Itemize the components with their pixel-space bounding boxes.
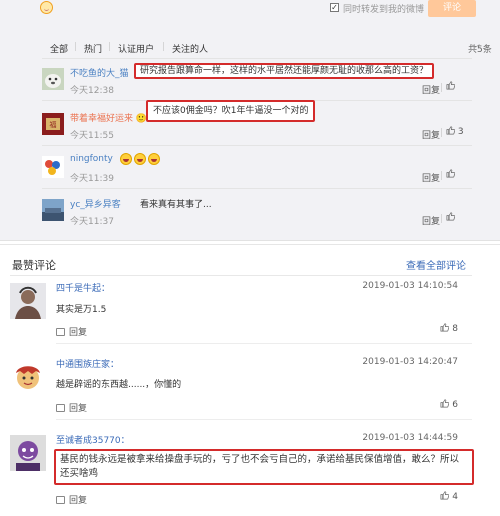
comment-time: 2019-01-03 14:44:59 [362,433,458,443]
comment-text: 越是辟谣的东西越......，你懂的 [56,380,182,390]
like-button[interactable]: 8 [440,323,458,334]
action-separator: | [440,171,444,181]
tab-separator: | [74,42,78,52]
reply-button[interactable]: 回复 [56,325,87,338]
comment-time: 今天11:37 [70,217,114,227]
comment-text: 研究报告跟算命一样，这样的水平居然还能厚颜无耻的收那么高的工资？ [134,63,435,79]
like-button[interactable]: 4 [440,491,458,502]
tab-verified-users[interactable]: 认证用户 [118,42,154,55]
laugh-emoji-icon [148,153,160,165]
reply-icon [56,496,65,504]
laugh-emoji-icon [134,153,146,165]
comment-filter-tabs: 全部 | 热门 | 认证用户 | 关注的人 共5条 ﹀ [48,42,492,58]
comment-author[interactable]: 至诚者成35770： [56,433,130,446]
avatar[interactable] [42,199,64,221]
avatar[interactable] [42,68,64,90]
reply-label: 回复 [69,404,88,414]
thumb-up-icon [446,169,455,178]
comment-text-highlight: 研究报告跟算命一样，这样的水平居然还能厚颜无耻的收那么高的工资？ [134,63,435,79]
comment-text: 不应该0佣金吗？吹1年牛逼没一个对的 [146,100,316,122]
reply-icon [56,404,65,412]
chevron-down-icon: ﹀ [471,45,481,55]
like-count: 3 [457,127,464,137]
avatar[interactable] [10,283,46,319]
repost-checkbox[interactable]: ✓ [330,3,339,12]
comment-time: 2019-01-03 14:20:47 [362,357,458,367]
hot-comments-title: 最赞评论 [12,259,56,272]
composer-toolbar: ✓ 同时转发到我的微博 评论 [38,0,478,20]
comment-text-highlight: 不应该0佣金吗？吹1年牛逼没一个对的 [146,100,316,122]
post-comment-button[interactable]: 评论 [428,0,476,17]
like-count: 4 [452,492,458,502]
comment-time: 今天11:39 [70,174,114,184]
tab-separator: | [162,42,166,52]
divider [56,343,472,344]
comment-time: 今天12:38 [70,86,114,96]
comment-text-line: 基民的钱永远是被拿来给操盘手玩的，亏了也不会亏自己的，承诺给基民保值增值，敢么？… [60,454,460,465]
comment-author-name: 带着幸福好运来 [70,114,134,124]
like-button[interactable] [446,212,455,223]
reply-label: 回复 [69,496,88,506]
like-count: 8 [452,324,458,334]
weibo-comment-panel: ✓ 同时转发到我的微博 评论 全部 | 热门 | 认证用户 | 关注的人 共5条… [0,0,500,241]
like-button[interactable] [446,81,455,92]
tab-following[interactable]: 关注的人 [172,42,208,55]
avatar[interactable]: 福 [42,113,64,135]
divider [10,275,472,276]
comment-author[interactable]: ningfonty [70,154,113,164]
reply-button[interactable]: 回复 [422,171,440,184]
repost-checkbox-label: 同时转发到我的微博 [343,5,425,15]
comment-text: 看来真有其事了... [140,200,212,210]
divider [56,419,472,420]
comment-text-highlight: 基民的钱永远是被拿来给操盘手玩的，亏了也不会亏自己的，承诺给基民保值增值，敢么？… [54,449,474,485]
thumb-up-icon [440,323,450,332]
like-button[interactable]: 6 [440,399,458,410]
divider [42,188,472,189]
avatar[interactable] [10,435,46,471]
comment-emojis [120,153,162,166]
comment-text: 其实是万1.5 [56,305,107,315]
reply-button[interactable]: 回复 [422,128,440,141]
action-separator: | [440,128,444,138]
avatar[interactable] [10,359,46,395]
action-separator: | [440,214,444,224]
reply-button[interactable]: 回复 [422,83,440,96]
comment-author[interactable]: 中通围族庄家： [56,357,119,370]
divider [42,145,472,146]
like-count: 6 [452,400,458,410]
thumb-up-icon [440,491,450,500]
comment-author[interactable]: yc_异乡异客 [70,197,121,210]
tab-all[interactable]: 全部 [50,42,68,55]
tab-separator: | [108,42,112,52]
reply-button[interactable]: 回复 [56,401,87,414]
reply-button[interactable]: 回复 [56,493,87,506]
thumb-up-icon [440,399,450,408]
comment-time: 2019-01-03 14:10:54 [362,281,458,291]
comment-author[interactable]: 带着幸福好运来 🙂 [70,111,147,124]
like-button[interactable]: 3 [446,126,464,137]
comment-author[interactable]: 四千是牛起： [56,281,110,294]
comment-text-line: 还买啥鸡 [60,468,99,479]
thumb-up-icon [446,81,455,90]
svg-text:福: 福 [50,120,57,129]
action-separator: | [440,83,444,93]
like-button[interactable] [446,169,455,180]
laugh-emoji-icon [120,153,132,165]
view-all-comments-link[interactable]: 查看全部评论 [406,257,466,272]
hot-comments-panel: 最赞评论 查看全部评论 四千是牛起： 2019-01-03 14:10:54 其… [0,244,500,516]
thumb-up-icon [446,126,455,135]
comment-time: 今天11:55 [70,131,114,141]
comment-author[interactable]: 不吃鱼的大_猫 [70,66,129,79]
tab-hot[interactable]: 热门 [84,42,102,55]
thumb-up-icon [446,212,455,221]
reply-icon [56,328,65,336]
divider [42,58,472,59]
emoji-picker-icon[interactable] [40,1,53,14]
reply-button[interactable]: 回复 [422,214,440,227]
avatar[interactable] [42,156,64,178]
reply-label: 回复 [69,328,88,338]
